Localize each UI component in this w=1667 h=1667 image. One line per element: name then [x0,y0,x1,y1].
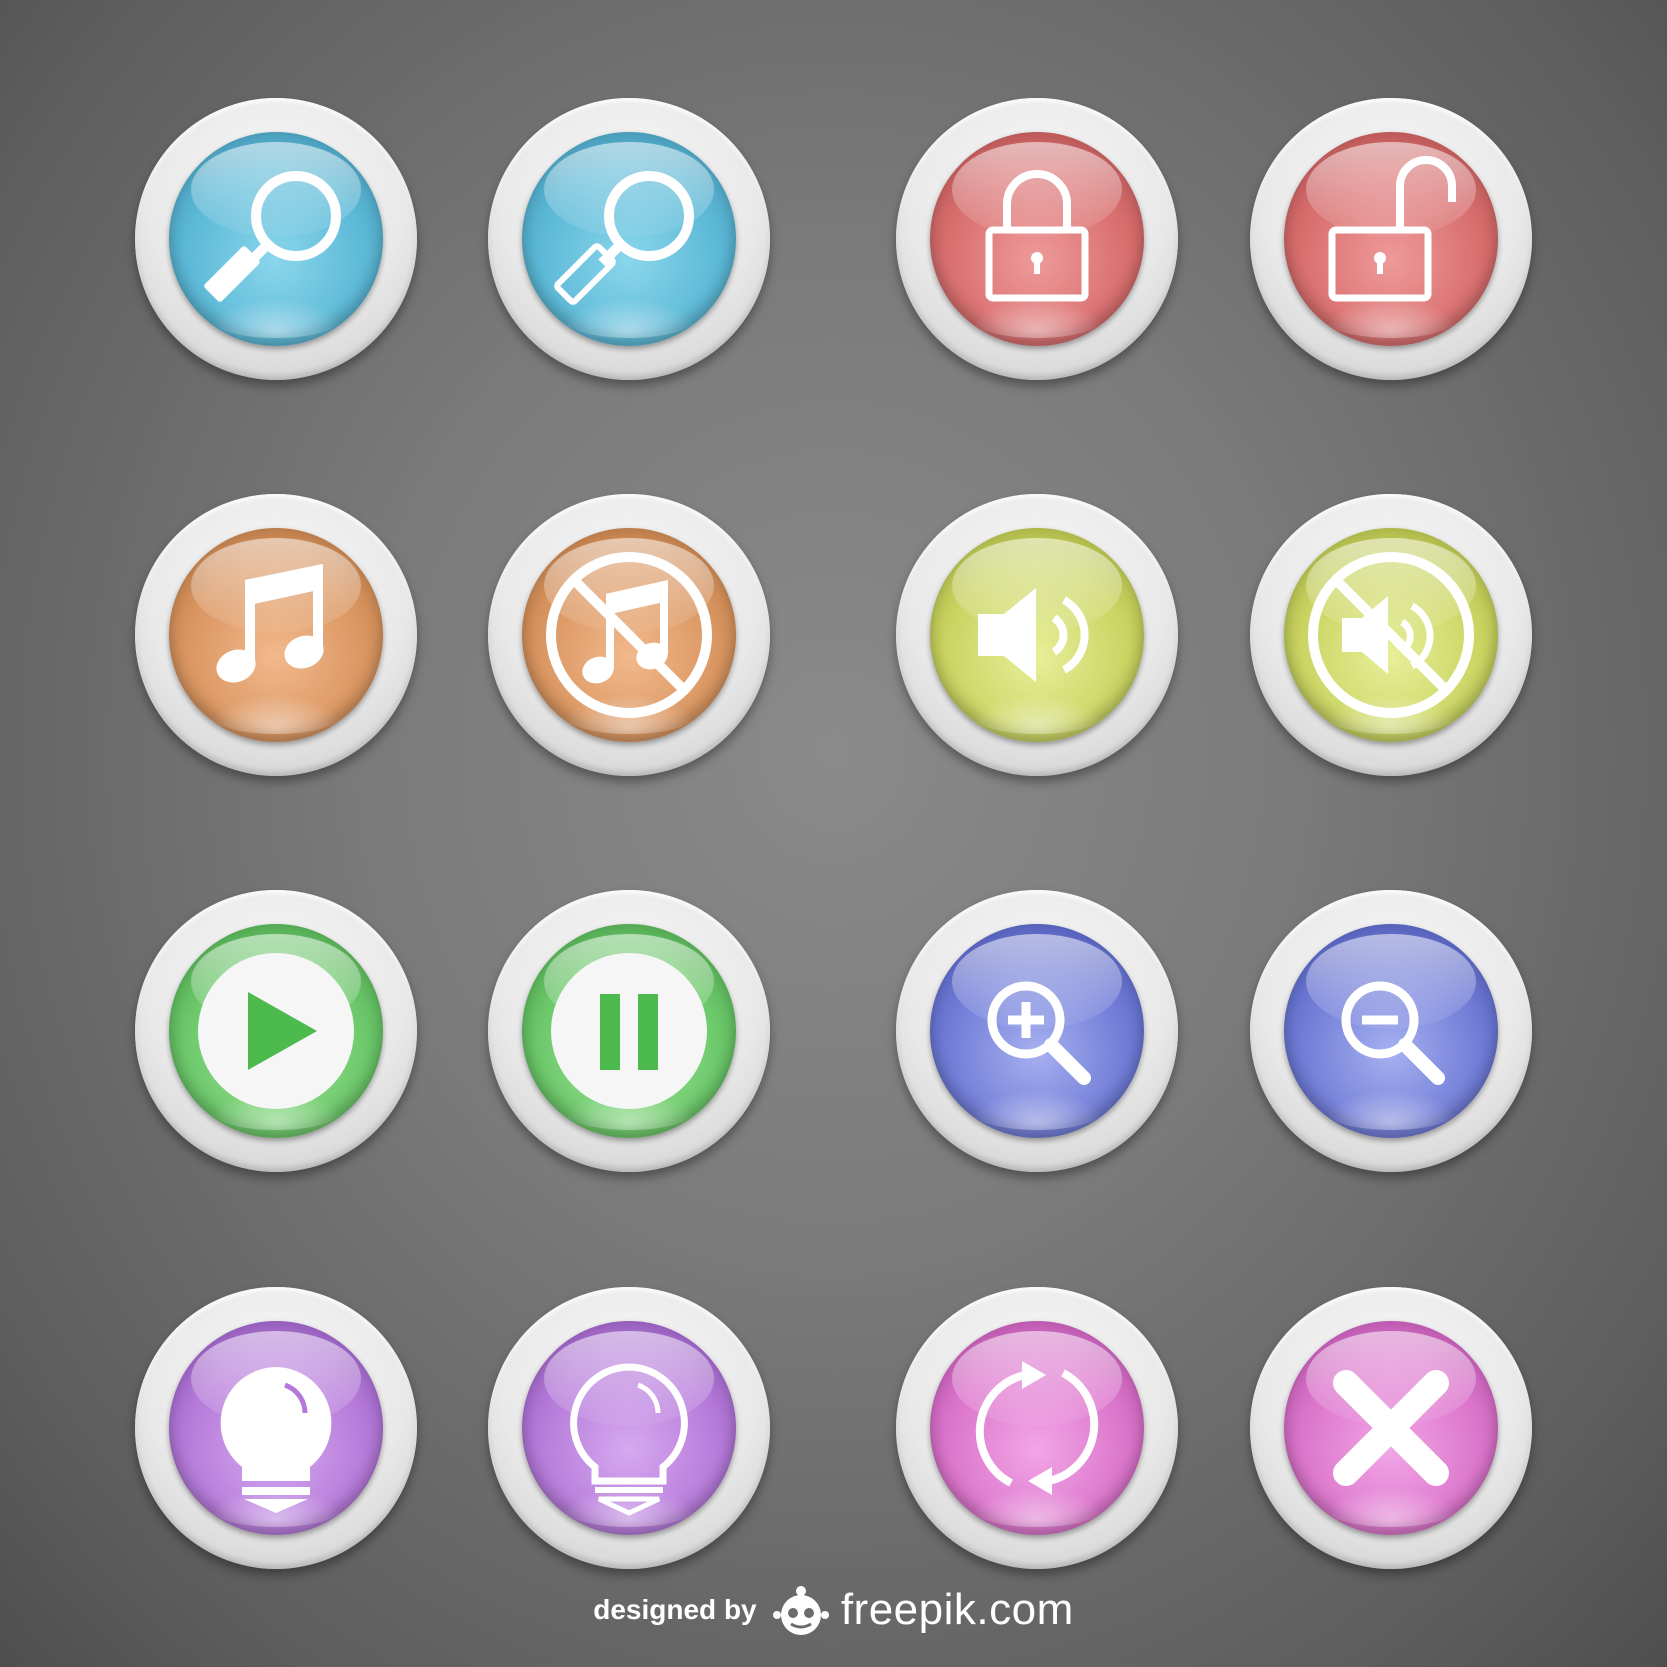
designed-by-label: designed by [593,1594,757,1625]
refresh-icon [975,1361,1099,1495]
lock-button[interactable] [896,98,1178,380]
zoom-out-button[interactable] [1250,890,1532,1172]
freepik-brand: freepik.com [840,1585,1074,1634]
volume-button[interactable] [896,494,1178,776]
play-button[interactable] [135,890,417,1172]
idea-button[interactable] [135,1287,417,1569]
lightbulb-icon [220,1367,332,1513]
unlock-icon [1328,156,1456,302]
pause-icon [551,953,707,1109]
unlock-button[interactable] [1250,98,1532,380]
search-alt-button[interactable] [488,98,770,380]
play-icon [198,953,354,1109]
music-note-icon [216,563,324,683]
music-off-icon [546,552,712,718]
no-music-button[interactable] [488,494,770,776]
freepik-logo-icon [772,1586,829,1635]
credit-line: designed by freepik.com [0,1583,1667,1653]
speaker-off-icon [1308,552,1474,718]
pause-button[interactable] [488,890,770,1172]
close-button[interactable] [1250,1287,1532,1569]
music-button[interactable] [135,494,417,776]
mute-button[interactable] [1250,494,1532,776]
speaker-icon [978,588,1089,682]
search-button[interactable] [135,98,417,380]
search-icon [204,171,341,302]
zoom-in-icon [987,981,1091,1085]
zoom-out-icon [1341,981,1445,1085]
zoom-in-button[interactable] [896,890,1178,1172]
lock-icon [985,170,1089,302]
lightbulb-outline-icon [570,1363,688,1516]
search-icon [554,171,694,305]
idea-outline-button[interactable] [488,1287,770,1569]
close-icon [1333,1370,1449,1486]
refresh-button[interactable] [896,1287,1178,1569]
